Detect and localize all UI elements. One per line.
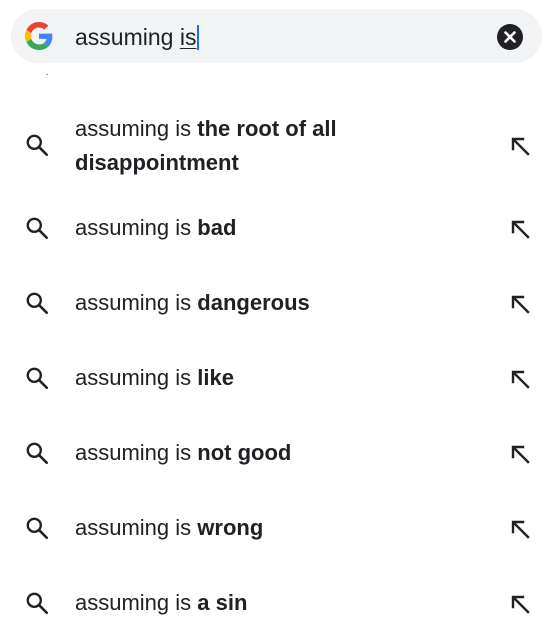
suggestion-item[interactable]: assuming is wrong [0, 503, 553, 555]
suggestion-prefix: assuming is [75, 515, 198, 540]
suggestion-prefix: assuming is [75, 365, 198, 390]
search-input[interactable]: assuming is [75, 23, 200, 51]
fill-query-arrow-icon[interactable] [508, 442, 532, 466]
google-logo-icon [25, 22, 53, 50]
query-selected-text: is [179, 24, 197, 50]
search-icon [26, 134, 49, 157]
suggestion-prefix: assuming is [75, 116, 198, 141]
search-icon [26, 517, 49, 540]
search-bar[interactable]: assuming is [11, 9, 542, 63]
suggestion-completion: like [197, 365, 234, 390]
search-icon [26, 442, 49, 465]
fill-query-arrow-icon[interactable] [508, 517, 532, 541]
divider-stub [46, 74, 48, 75]
suggestion-completion: wrong [197, 515, 264, 540]
suggestion-item[interactable]: assuming is bad [0, 203, 553, 255]
suggestion-completion: dangerous [197, 290, 310, 315]
suggestion-completion: not good [197, 440, 292, 465]
clear-icon [504, 31, 516, 43]
text-caret [197, 25, 200, 50]
search-icon [26, 592, 49, 615]
suggestion-prefix: assuming is [75, 440, 198, 465]
suggestion-text: assuming is a sin [75, 586, 475, 620]
suggestion-text: assuming is bad [75, 211, 475, 245]
search-icon [26, 217, 49, 240]
fill-query-arrow-icon[interactable] [508, 292, 532, 316]
suggestion-prefix: assuming is [75, 215, 198, 240]
suggestion-text: assuming is dangerous [75, 286, 475, 320]
suggestion-text: assuming is not good [75, 436, 475, 470]
suggestion-text: assuming is like [75, 361, 475, 395]
query-text: assuming [75, 24, 180, 50]
clear-button[interactable] [497, 24, 523, 50]
suggestion-text: assuming is the root of all disappointme… [75, 112, 475, 180]
suggestion-prefix: assuming is [75, 290, 198, 315]
suggestion-completion: a sin [197, 590, 248, 615]
suggestion-item[interactable]: assuming is like [0, 353, 553, 405]
suggestion-text: assuming is wrong [75, 511, 475, 545]
search-icon [26, 292, 49, 315]
fill-query-arrow-icon[interactable] [508, 592, 532, 616]
suggestion-item[interactable]: assuming is a sin [0, 578, 553, 630]
suggestion-item[interactable]: assuming is the root of all disappointme… [0, 110, 553, 186]
fill-query-arrow-icon[interactable] [508, 367, 532, 391]
suggestion-prefix: assuming is [75, 590, 198, 615]
suggestion-item[interactable]: assuming is dangerous [0, 278, 553, 330]
suggestion-completion: bad [197, 215, 237, 240]
fill-query-arrow-icon[interactable] [508, 217, 532, 241]
search-icon [26, 367, 49, 390]
suggestion-item[interactable]: assuming is not good [0, 428, 553, 480]
fill-query-arrow-icon[interactable] [508, 134, 532, 158]
